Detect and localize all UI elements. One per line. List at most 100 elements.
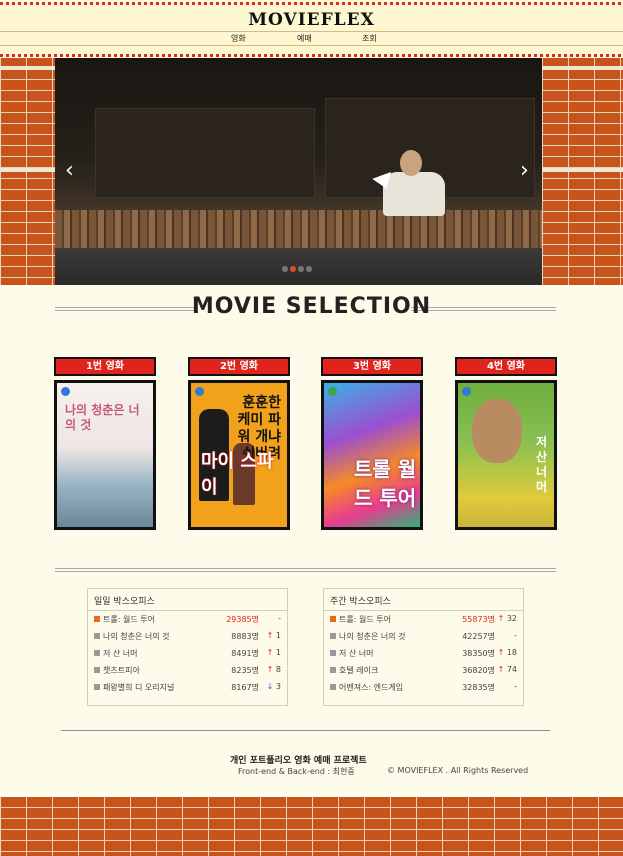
rank-change-value: 32: [506, 614, 517, 623]
box-office-row[interactable]: 트롤: 월드 투어 29385명 -: [88, 611, 287, 628]
movie-card-4[interactable]: 4번 영화 저 산 너머: [455, 357, 557, 530]
rank-marker-icon: [330, 667, 336, 673]
box-office-movie-title[interactable]: 어벤져스: 엔드게임: [339, 682, 403, 693]
footer-author: Front-end & Back-end : 최현중: [238, 767, 355, 776]
weekly-box-office: 주간 박스오피스 트롤: 월드 투어 55873명 ↑ 32 나의 청춘은 너의 것4…: [323, 588, 524, 706]
box-office-row[interactable]: 호텔 레이크 36820명 ↑ 74: [324, 662, 523, 679]
rank-marker-icon: [330, 650, 336, 656]
slider-prev-icon[interactable]: ‹: [65, 158, 74, 183]
brick-ledge: [542, 168, 623, 172]
box-office-movie-title[interactable]: 저 산 너머: [103, 648, 138, 659]
rank-change: ↑ 32: [497, 614, 517, 623]
movie-card-3[interactable]: 3번 영화 트롤 월드 투어: [321, 357, 423, 530]
movie-poster[interactable]: 나의 청춘은 너의 것: [54, 380, 156, 530]
rank-marker-icon: [330, 616, 336, 622]
footer-divider: [61, 730, 550, 731]
box-office-audience: 8167명: [231, 683, 259, 692]
box-office-audience: 36820명: [462, 666, 495, 675]
header-dot-border: [0, 54, 623, 57]
box-office-row[interactable]: 저 산 너머 8491명 ↑ 1: [88, 645, 287, 662]
site-header: MOVIEFLEX 영화 예매 조회: [0, 0, 623, 58]
movie-label[interactable]: 1번 영화: [54, 357, 156, 376]
nav-divider: [0, 45, 623, 46]
box-office-movie-title[interactable]: 트롤: 월드 투어: [339, 614, 391, 625]
rank-up-icon: ↑: [497, 665, 505, 674]
rank-change: ↑ 1: [261, 648, 281, 657]
movie-poster[interactable]: 트롤 월드 투어: [321, 380, 423, 530]
poster-title-big: 마이 스파이: [201, 451, 274, 498]
nav-divider: [0, 31, 623, 32]
movie-card-2[interactable]: 2번 영화 훈훈한 케미 파워 개냐 쉬버려 마이 스파이: [188, 357, 290, 530]
movie-card-1[interactable]: 1번 영화 나의 청춘은 너의 것: [54, 357, 156, 530]
rank-marker-icon: [94, 633, 100, 639]
slide-books: [55, 210, 542, 248]
rank-change-value: 1: [275, 631, 281, 640]
slider-dot-active[interactable]: [290, 266, 296, 272]
rank-change: ↑ 18: [497, 648, 517, 657]
box-office-title: 주간 박스오피스: [324, 589, 523, 611]
box-office-row[interactable]: 어벤져스: 엔드게임 32835명 -: [324, 679, 523, 696]
hero-slider: ‹ ›: [55, 58, 542, 285]
rank-change-value: 3: [275, 682, 281, 691]
age-rating-icon: [462, 387, 471, 396]
nav-booking[interactable]: 예매: [297, 33, 312, 44]
box-office-audience: 8235명: [231, 666, 259, 675]
rank-change: ↑ 8: [261, 665, 281, 674]
rank-change-value: 1: [275, 648, 281, 657]
rank-change: ↑ 1: [261, 631, 281, 640]
nav-movies[interactable]: 영화: [231, 33, 246, 44]
box-office-audience: 32835명: [462, 683, 495, 692]
box-office-row[interactable]: 저 산 너머 38350명 ↑ 18: [324, 645, 523, 662]
box-office-movie-title[interactable]: 나의 청춘은 너의 것: [339, 631, 406, 642]
rank-up-icon: ↑: [266, 648, 274, 657]
slider-next-icon[interactable]: ›: [520, 158, 529, 183]
rank-marker-icon: [94, 667, 100, 673]
rank-marker-icon: [330, 684, 336, 690]
movie-poster[interactable]: 저 산 너머: [455, 380, 557, 530]
rank-change-value: -: [514, 682, 517, 691]
movie-label[interactable]: 4번 영화: [455, 357, 557, 376]
box-office-row[interactable]: 패왕별희 디 오리지널 8167명 ↓ 3: [88, 679, 287, 696]
box-office-row[interactable]: 나의 청춘은 너의 것 8883명 ↑ 1: [88, 628, 287, 645]
box-office-audience: 55873명: [462, 615, 495, 624]
slider-dot[interactable]: [306, 266, 312, 272]
footer-copyright: © MOVIEFLEX . All Rights Reserved: [387, 766, 529, 775]
rank-change-value: 18: [506, 648, 517, 657]
box-office-movie-title[interactable]: 패왕별희 디 오리지널: [103, 682, 174, 693]
brick-ledge: [0, 168, 55, 172]
poster-title: 나의 청춘은 너의 것: [65, 403, 140, 432]
rank-change-value: 8: [275, 665, 281, 674]
box-office-movie-title[interactable]: 나의 청춘은 너의 것: [103, 631, 170, 642]
shelf: [95, 108, 315, 198]
box-office-row[interactable]: 나의 청춘은 너의 것 42257명 -: [324, 628, 523, 645]
rank-change-value: -: [514, 631, 517, 640]
nav-lookup[interactable]: 조회: [362, 33, 377, 44]
brick-wall-bottom: [0, 797, 623, 856]
slider-pagination: [282, 266, 312, 272]
rank-marker-icon: [94, 650, 100, 656]
box-office-movie-title[interactable]: 트롤: 월드 투어: [103, 614, 155, 625]
slider-dot[interactable]: [282, 266, 288, 272]
poster-face: [472, 399, 522, 463]
box-office-row[interactable]: 챗츠트피아 8235명 ↑ 8: [88, 662, 287, 679]
box-office-movie-title[interactable]: 저 산 너머: [339, 648, 374, 659]
box-office-movie-title[interactable]: 챗츠트피아: [103, 665, 140, 676]
slide-person-head: [400, 150, 422, 176]
movie-label[interactable]: 3번 영화: [321, 357, 423, 376]
rank-marker-icon: [94, 616, 100, 622]
box-office-audience: 29385명: [226, 615, 259, 624]
box-office-audience: 8883명: [231, 632, 259, 641]
box-office-movie-title[interactable]: 호텔 레이크: [339, 665, 378, 676]
movie-poster[interactable]: 훈훈한 케미 파워 개냐 쉬버려 마이 스파이: [188, 380, 290, 530]
rank-marker-icon: [330, 633, 336, 639]
rank-up-icon: ↑: [497, 648, 505, 657]
site-logo[interactable]: MOVIEFLEX: [0, 10, 623, 30]
rank-change: -: [261, 614, 281, 623]
rank-change: -: [497, 631, 517, 640]
rank-marker-icon: [94, 684, 100, 690]
movie-label[interactable]: 2번 영화: [188, 357, 290, 376]
slider-dot[interactable]: [298, 266, 304, 272]
box-office-row[interactable]: 트롤: 월드 투어 55873명 ↑ 32: [324, 611, 523, 628]
section-divider: [55, 568, 556, 572]
rank-change-value: -: [278, 614, 281, 623]
